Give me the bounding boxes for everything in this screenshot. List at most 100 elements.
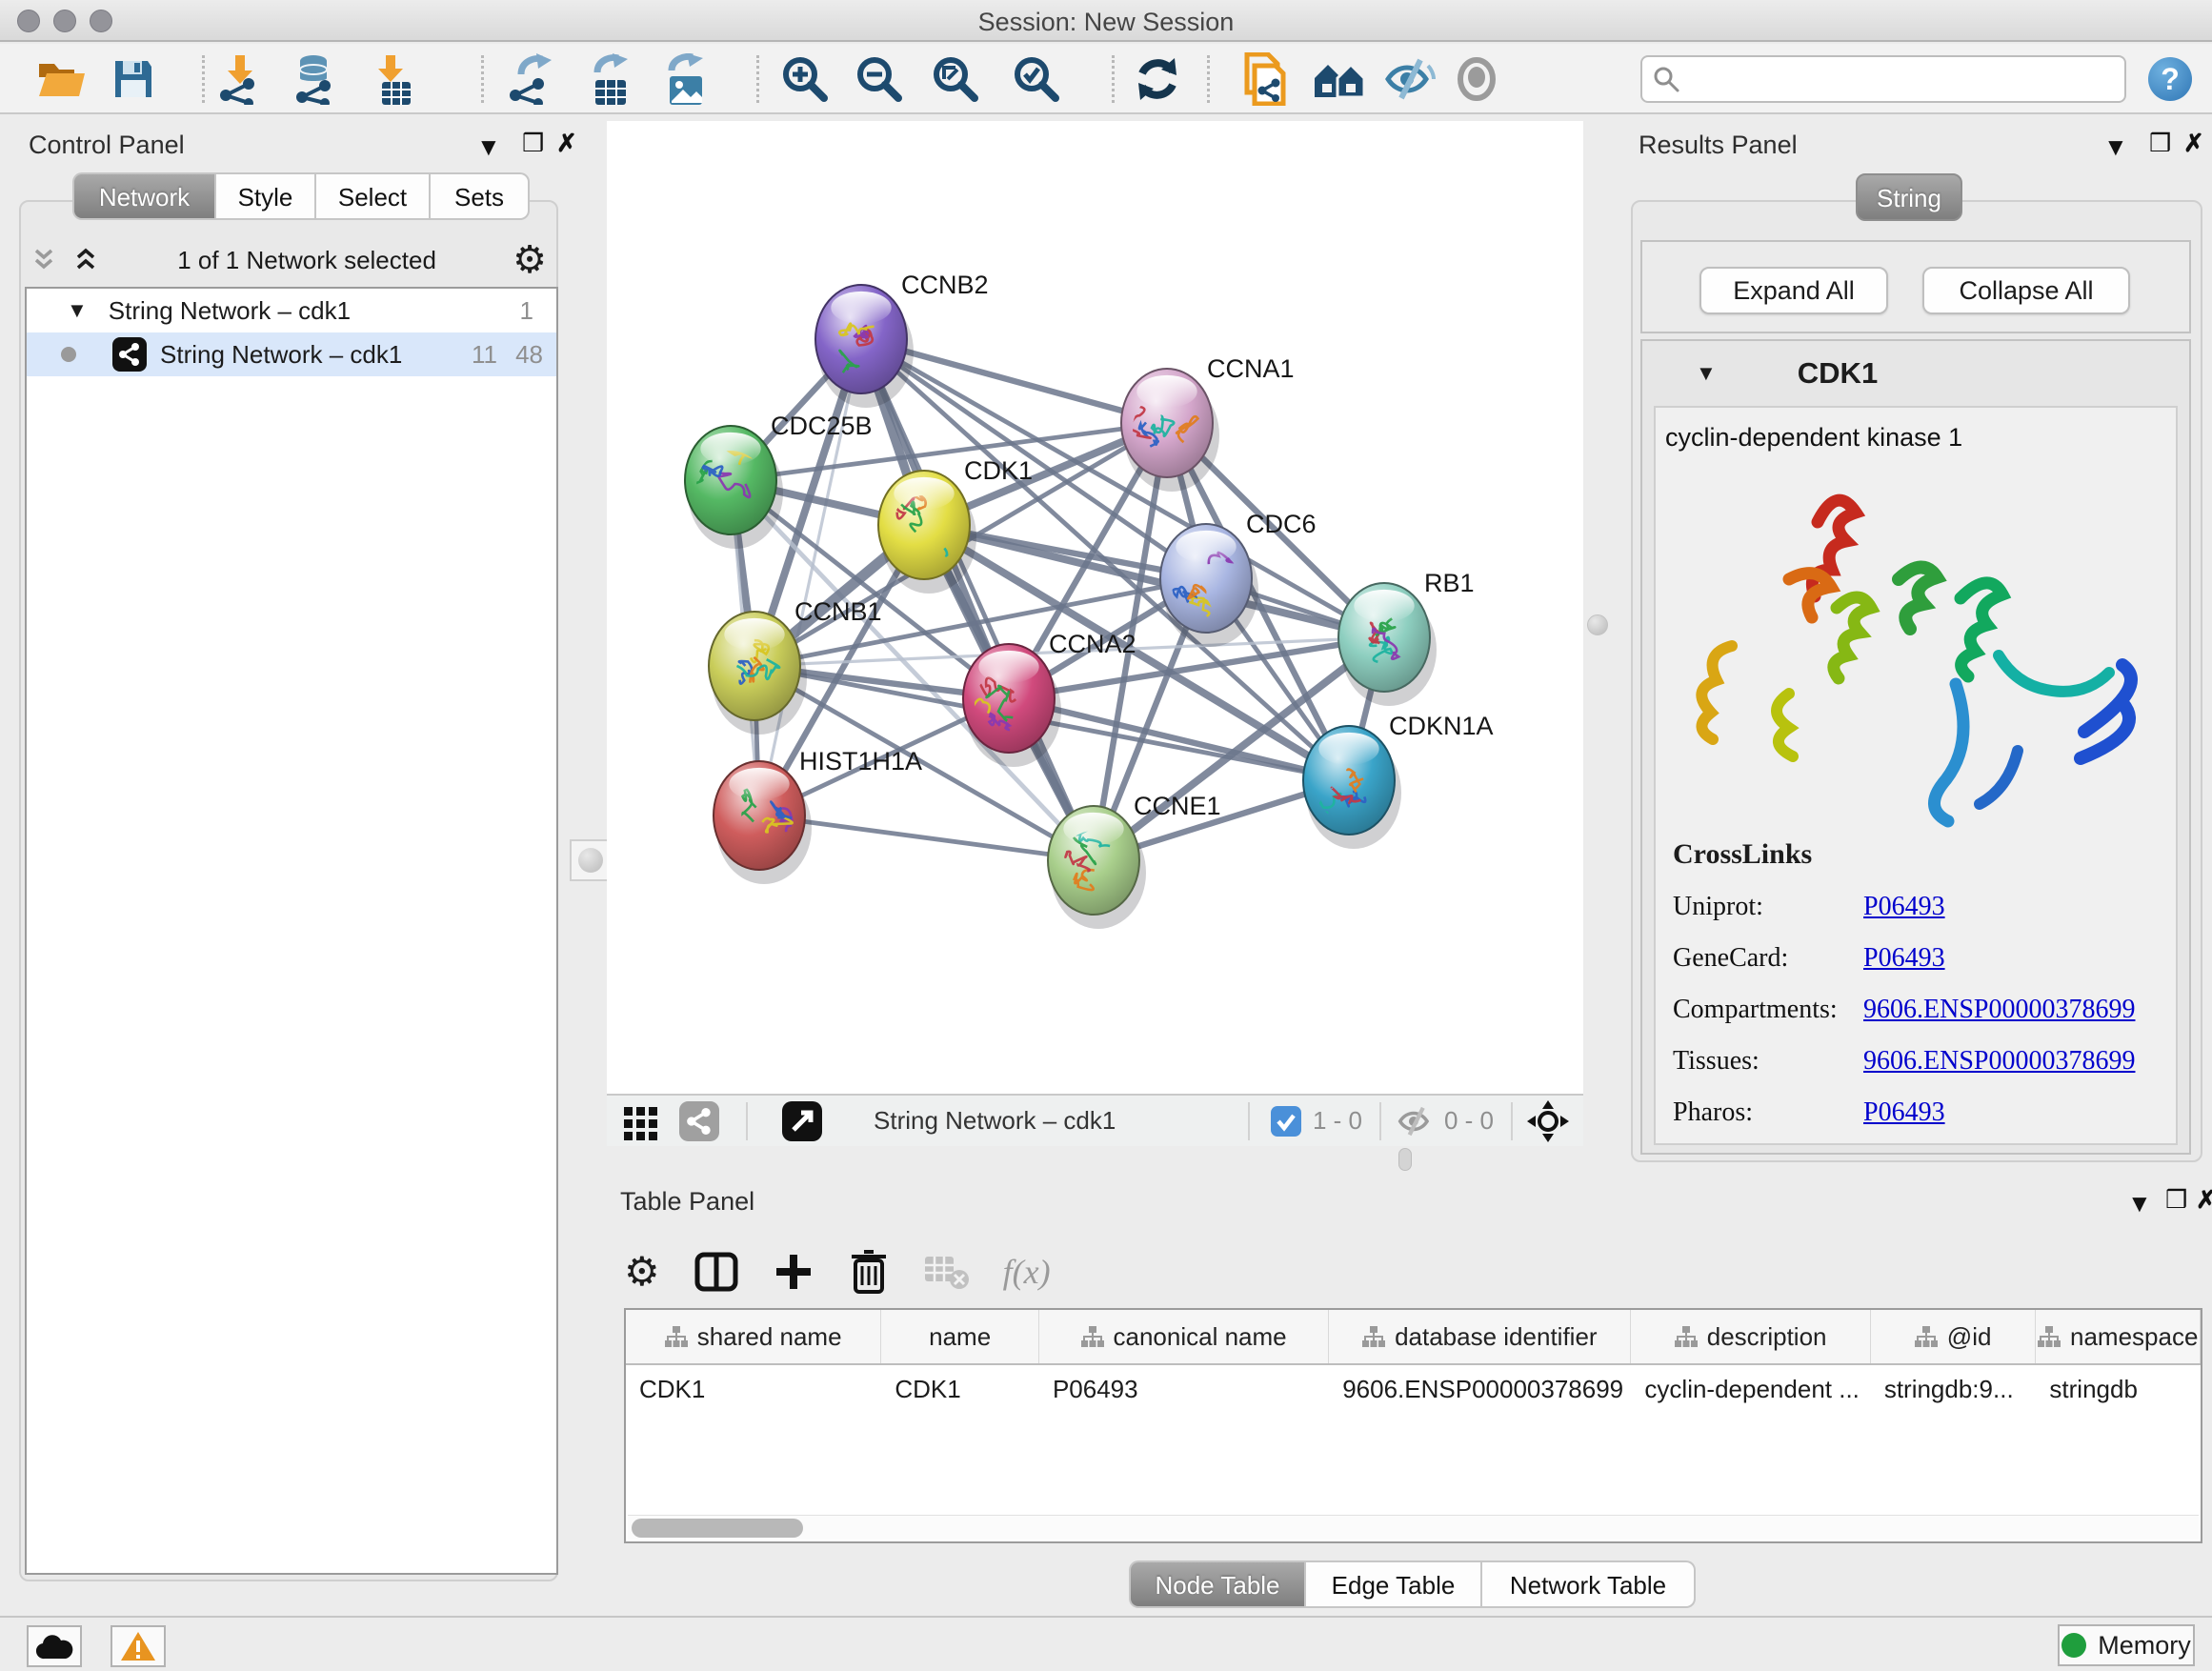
share-document-icon[interactable] [1237, 51, 1294, 107]
search-field[interactable] [1640, 55, 2126, 103]
network-row[interactable]: String Network – cdk1 11 48 [27, 332, 556, 376]
column-header-namespace[interactable]: namespace [2036, 1310, 2201, 1363]
zoom-in-icon[interactable] [776, 51, 834, 107]
network-node-CDKN1A[interactable] [1303, 726, 1401, 849]
column-header-databaseidentifier[interactable]: database identifier [1329, 1310, 1631, 1363]
export-image-icon[interactable] [655, 51, 713, 107]
expand-collapse-box: Expand All Collapse All [1640, 240, 2191, 333]
zoom-selected-icon[interactable] [1008, 51, 1065, 107]
tree-expander-icon[interactable]: ▼ [67, 298, 88, 323]
panel-menu-icon[interactable]: ▼ [2103, 132, 2128, 162]
splitter-handle[interactable] [570, 839, 612, 881]
export-network-icon[interactable] [503, 51, 560, 107]
network-options-gear-icon[interactable]: ⚙ [513, 241, 547, 279]
delete-column-icon[interactable] [849, 1249, 889, 1295]
import-network-icon[interactable] [211, 51, 269, 107]
open-folder-icon[interactable] [33, 51, 90, 107]
network-canvas[interactable]: CCNB2CCNA1CDC25BCDK1CDC6RB1CCNB1CCNA2CDK… [607, 121, 1583, 1094]
birdseye-navigator-icon[interactable] [1526, 1099, 1570, 1143]
network-node-CCNA2[interactable] [963, 644, 1061, 767]
panel-close-icon[interactable]: ✗ [2196, 1185, 2212, 1215]
column-header-sharedname[interactable]: shared name [626, 1310, 881, 1363]
crosslink-value[interactable]: P06493 [1863, 892, 1945, 922]
tab-style[interactable]: Style [215, 172, 315, 220]
warnings-button[interactable] [111, 1625, 166, 1667]
network-label: String Network – cdk1 [160, 340, 402, 370]
panel-menu-icon[interactable]: ▼ [2127, 1189, 2152, 1218]
crosslink-value[interactable]: 9606.ENSP00000378699 [1863, 1046, 2135, 1077]
collapse-all-button[interactable]: Collapse All [1922, 267, 2130, 314]
network-node-CCNB2[interactable] [815, 285, 914, 408]
splitter-handle[interactable] [1398, 1148, 1412, 1171]
network-view-icon[interactable] [679, 1101, 719, 1141]
search-input[interactable] [1680, 65, 2100, 94]
detach-view-icon[interactable] [782, 1101, 822, 1141]
network-node-HIST1H1A[interactable] [714, 761, 812, 884]
hide-selection-icon[interactable] [1381, 51, 1438, 107]
hidden-eye-icon[interactable] [1397, 1105, 1435, 1137]
collapse-all-icon[interactable] [30, 247, 59, 273]
zoom-fit-icon[interactable] [927, 51, 984, 107]
zoom-out-icon[interactable] [851, 51, 908, 107]
import-database-icon[interactable] [286, 51, 343, 107]
column-header-id[interactable]: @id [1871, 1310, 2037, 1363]
crosslink-row: GeneCard:P06493 [1673, 943, 2135, 974]
horizontal-scrollbar[interactable] [628, 1515, 2199, 1540]
crosslink-value[interactable]: 9606.ENSP00000378699 [1863, 995, 2135, 1025]
tab-string[interactable]: String [1856, 173, 1962, 221]
tab-select[interactable]: Select [315, 172, 430, 220]
tab-sets[interactable]: Sets [430, 172, 530, 220]
selected-node-edge-counts: 1 - 0 [1313, 1106, 1362, 1136]
crosslink-label: Uniprot: [1673, 892, 1863, 922]
panel-close-icon[interactable]: ✗ [556, 129, 577, 158]
search-icon [1652, 65, 1680, 93]
entry-expander-icon[interactable]: ▼ [1696, 361, 1717, 386]
network-collection-row[interactable]: ▼ String Network – cdk1 1 [27, 289, 556, 332]
crosslink-value[interactable]: P06493 [1863, 943, 1945, 974]
column-header-canonicalname[interactable]: canonical name [1039, 1310, 1329, 1363]
tab-edge-table[interactable]: Edge Table [1305, 1560, 1481, 1608]
cloud-status-button[interactable] [27, 1625, 82, 1667]
expand-all-button[interactable]: Expand All [1699, 267, 1888, 314]
column-header-description[interactable]: description [1631, 1310, 1870, 1363]
help-icon[interactable]: ? [2142, 51, 2199, 107]
delete-table-icon[interactable] [923, 1253, 969, 1291]
edge-count: 48 [515, 340, 543, 370]
home-network-icon[interactable] [1311, 51, 1368, 107]
toolbar-separator [202, 55, 205, 103]
import-table-icon[interactable] [362, 51, 419, 107]
panel-float-icon[interactable]: ❒ [522, 129, 544, 158]
network-type-icon [112, 337, 147, 372]
table-settings-gear-icon[interactable]: ⚙ [624, 1252, 660, 1292]
panel-float-icon[interactable]: ❒ [2165, 1185, 2187, 1215]
panel-menu-icon[interactable]: ▼ [476, 132, 501, 162]
save-icon[interactable] [105, 51, 162, 107]
table-row[interactable]: CDK1CDK1P064939606.ENSP00000378699cyclin… [626, 1365, 2201, 1413]
crosslink-value[interactable]: P06493 [1863, 1097, 1945, 1128]
network-view-title: String Network – cdk1 [874, 1106, 1116, 1136]
tab-node-table[interactable]: Node Table [1129, 1560, 1305, 1608]
panel-close-icon[interactable]: ✗ [2183, 129, 2204, 158]
toolbar-separator [1112, 55, 1115, 103]
network-node-CDC6[interactable] [1160, 524, 1267, 647]
tab-network-table[interactable]: Network Table [1481, 1560, 1696, 1608]
memory-button[interactable]: Memory [2058, 1624, 2195, 1666]
panel-float-icon[interactable]: ❒ [2149, 129, 2171, 158]
show-columns-icon[interactable] [694, 1250, 738, 1294]
show-selection-icon[interactable] [1448, 51, 1505, 107]
tab-network[interactable]: Network [72, 172, 215, 220]
splitter-handle[interactable] [1587, 614, 1608, 635]
export-table-icon[interactable] [579, 51, 636, 107]
column-header-name[interactable]: name [881, 1310, 1039, 1363]
network-node-RB1[interactable] [1338, 583, 1437, 706]
selected-checkbox-icon[interactable] [1271, 1106, 1301, 1137]
result-entry-header[interactable]: ▼ CDK1 [1642, 341, 2189, 406]
add-column-icon[interactable] [773, 1251, 814, 1293]
window-title: Session: New Session [0, 8, 2212, 37]
network-node-CCNE1[interactable] [1048, 806, 1146, 929]
refresh-icon[interactable] [1129, 51, 1186, 107]
grid-view-icon[interactable] [622, 1101, 662, 1141]
expand-all-icon[interactable] [72, 247, 101, 273]
scrollbar-thumb[interactable] [632, 1519, 803, 1538]
function-builder-icon[interactable]: f(x) [1003, 1252, 1051, 1292]
